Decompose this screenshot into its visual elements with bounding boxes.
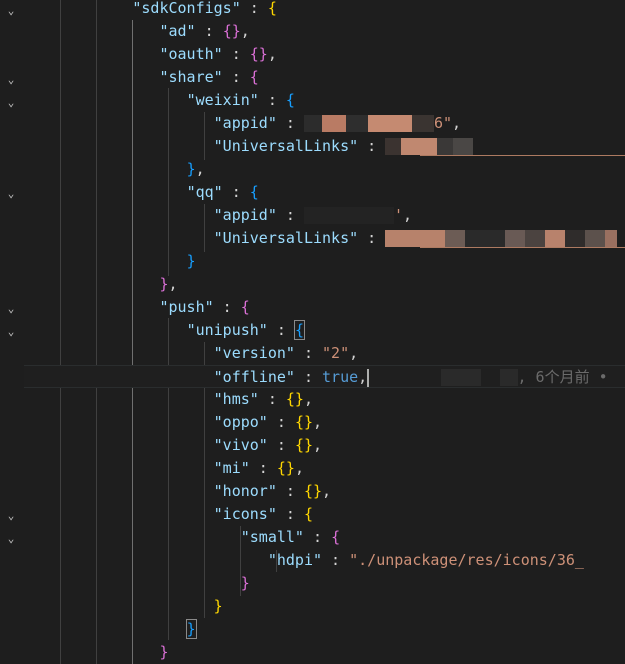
chevron-down-icon[interactable]: ⌄ <box>4 325 18 339</box>
code-line: "appid" : 6", <box>213 114 462 132</box>
chevron-down-icon[interactable]: ⌄ <box>4 73 18 87</box>
string-underline <box>420 155 625 156</box>
code-line: } <box>186 252 196 270</box>
code-line-current[interactable]: "offline" : true, , 6个月前 • <box>24 365 625 388</box>
code-line: "icons" : { <box>213 505 313 523</box>
chevron-down-icon[interactable]: ⌄ <box>4 187 18 201</box>
code-line: } <box>185 619 197 639</box>
editor-gutter: ⌄ ⌄ ⌄ ⌄ ⌄ ⌄ ⌄ ⌄ <box>0 0 24 664</box>
code-editor[interactable]: ⌄ ⌄ ⌄ ⌄ ⌄ ⌄ ⌄ ⌄ "sdkConfigs" : { "ad" : … <box>0 0 625 664</box>
code-line: "vivo" : {}, <box>213 436 323 454</box>
code-line: "small" : { <box>240 528 341 546</box>
code-line: "hdpi" : "./unpackage/res/icons/36_ <box>267 551 584 569</box>
code-line: "honor" : {}, <box>213 482 332 500</box>
chevron-down-icon[interactable]: ⌄ <box>4 532 18 546</box>
chevron-down-icon[interactable]: ⌄ <box>4 509 18 523</box>
code-line: "hms" : {}, <box>213 390 313 408</box>
code-line: "sdkConfigs" : { <box>132 0 277 17</box>
chevron-down-icon[interactable]: ⌄ <box>4 96 18 110</box>
code-line: } <box>213 597 223 615</box>
code-line: "weixin" : { <box>186 91 295 109</box>
code-line: "unipush" : { <box>186 320 305 340</box>
code-line: "oauth" : {}, <box>159 45 277 63</box>
code-line: "version" : "2", <box>213 344 359 362</box>
code-line: "mi" : {}, <box>213 459 304 477</box>
code-line: } <box>159 643 169 661</box>
code-line: } <box>240 574 250 592</box>
code-line: "ad" : {}, <box>159 22 250 40</box>
code-line: "appid" : ', <box>213 206 413 224</box>
git-blame-annotation: , 6个月前 • <box>517 368 608 386</box>
code-line: "push" : { <box>159 298 250 316</box>
chevron-down-icon[interactable]: ⌄ <box>4 4 18 18</box>
code-line: "share" : { <box>159 68 259 86</box>
code-line: }, <box>159 275 178 293</box>
string-underline <box>420 247 625 248</box>
code-line: "oppo" : {}, <box>213 413 323 431</box>
chevron-down-icon[interactable]: ⌄ <box>4 302 18 316</box>
code-line: "qq" : { <box>186 183 259 201</box>
text-cursor <box>367 368 370 387</box>
code-line: }, <box>186 160 205 178</box>
